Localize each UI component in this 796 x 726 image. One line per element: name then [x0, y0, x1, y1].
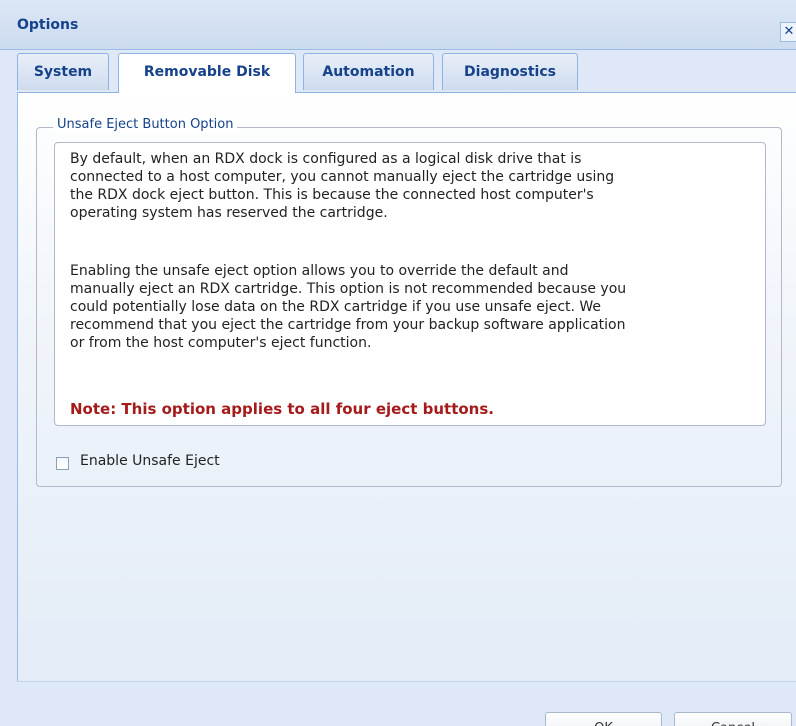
ok-button[interactable]: OK — [545, 712, 662, 726]
close-button[interactable]: ✕ — [780, 22, 796, 42]
cancel-button[interactable]: Cancel — [674, 712, 792, 726]
paragraph-1-line: operating system has reserved the cartri… — [70, 205, 388, 221]
description-paragraph-2: Enabling the unsafe eject option allows … — [70, 262, 730, 352]
paragraph-1-line: connected to a host computer, you cannot… — [70, 169, 615, 185]
tab-diagnostics[interactable]: Diagnostics — [442, 53, 578, 90]
paragraph-2-line: recommend that you eject the cartridge f… — [70, 317, 626, 333]
enable-unsafe-eject-label[interactable]: Enable Unsafe Eject — [80, 453, 220, 469]
note-text: Note: This option applies to all four ej… — [70, 400, 494, 418]
enable-unsafe-eject-checkbox[interactable] — [56, 457, 69, 470]
close-icon: ✕ — [783, 24, 795, 39]
footer-divider — [17, 681, 796, 682]
paragraph-2-line: or from the host computer's eject functi… — [70, 335, 372, 351]
fieldset-legend: Unsafe Eject Button Option — [53, 117, 238, 132]
paragraph-2-line: could potentially lose data on the RDX c… — [70, 299, 602, 315]
dialog-title: Options — [17, 17, 79, 33]
tab-removable-disk[interactable]: Removable Disk — [118, 53, 296, 93]
paragraph-1-line: By default, when an RDX dock is configur… — [70, 151, 582, 167]
options-dialog: Options ✕ System Removable Disk Automati… — [0, 0, 796, 726]
tab-system[interactable]: System — [17, 53, 109, 90]
title-bar: Options ✕ — [0, 0, 796, 50]
paragraph-2-line: Enabling the unsafe eject option allows … — [70, 263, 569, 279]
tab-strip: System Removable Disk Automation Diagnos… — [17, 53, 796, 93]
paragraph-2-line: manually eject an RDX cartridge. This op… — [70, 281, 627, 297]
paragraph-1-line: the RDX dock eject button. This is becau… — [70, 187, 594, 203]
tab-automation[interactable]: Automation — [303, 53, 434, 90]
description-paragraph-1: By default, when an RDX dock is configur… — [70, 150, 730, 222]
